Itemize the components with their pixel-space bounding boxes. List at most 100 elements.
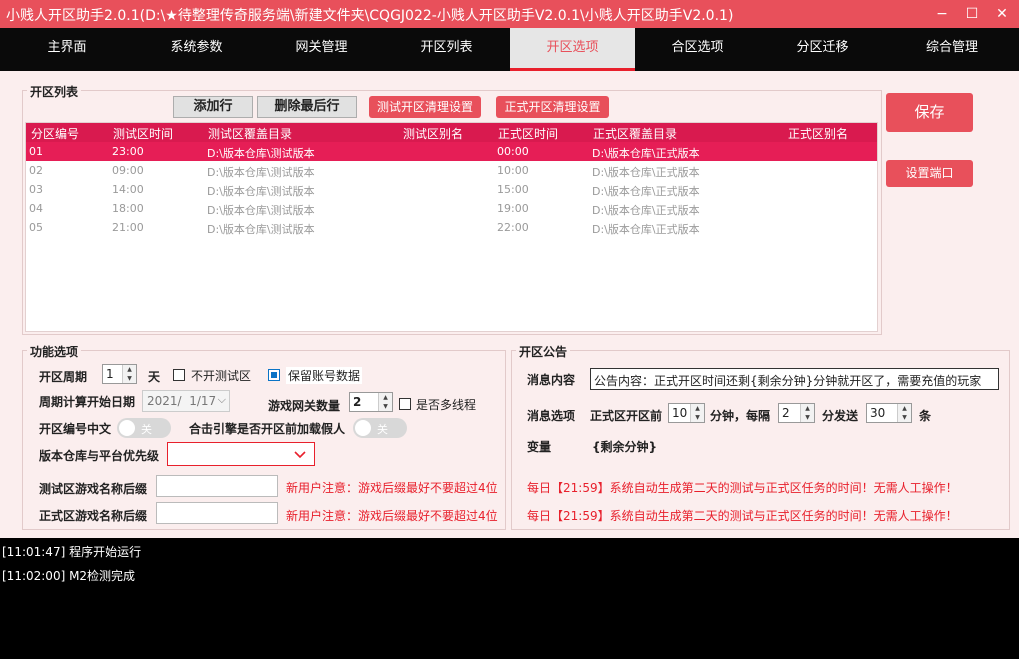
- table-header: 分区编号 测试区时间 测试区覆盖目录 测试区别名 正式区时间 正式区覆盖目录 正…: [26, 123, 877, 142]
- up-arrow-icon[interactable]: ▲: [123, 365, 136, 374]
- add-row-button[interactable]: 添加行: [173, 96, 253, 118]
- test-suffix-input[interactable]: [156, 475, 278, 497]
- cell-formal-time: 22:00: [497, 221, 529, 234]
- close-button[interactable]: ✕: [992, 4, 1012, 24]
- stepper-arrows[interactable]: ▲ ▼: [897, 404, 911, 422]
- variable-label: 变量: [527, 440, 552, 454]
- cell-formal-time: 10:00: [497, 164, 529, 177]
- stepper-arrows[interactable]: ▲ ▼: [378, 393, 392, 411]
- up-arrow-icon[interactable]: ▲: [379, 393, 392, 402]
- table-row[interactable]: 04 18:00 D:\版本仓库\测试版本 19:00 D:\版本仓库\正式版本: [26, 199, 877, 218]
- server-list-title: 开区列表: [27, 83, 82, 100]
- stepper-arrows[interactable]: ▲ ▼: [690, 404, 704, 422]
- interval-stepper[interactable]: 2 ▲ ▼: [778, 403, 815, 423]
- gateway-count-value: 2: [353, 395, 362, 409]
- set-port-button[interactable]: 设置端口: [886, 160, 973, 187]
- toggle-state: 关: [141, 423, 152, 436]
- cell-test-dir: D:\版本仓库\测试版本: [207, 223, 315, 236]
- formal-suffix-input[interactable]: [156, 502, 278, 524]
- cell-formal-dir: D:\版本仓库\正式版本: [592, 204, 700, 217]
- table-row[interactable]: 05 21:00 D:\版本仓库\测试版本 22:00 D:\版本仓库\正式版本: [26, 218, 877, 237]
- tab-system-params[interactable]: 系统参数: [134, 28, 259, 71]
- tab-merge-options[interactable]: 合区选项: [635, 28, 760, 71]
- start-date-label: 周期计算开始日期: [39, 395, 136, 409]
- down-arrow-icon[interactable]: ▼: [898, 413, 911, 422]
- gateway-count-stepper[interactable]: 2 ▲ ▼: [349, 392, 393, 412]
- cell-id: 03: [29, 183, 43, 196]
- cycle-stepper[interactable]: 1 ▲ ▼: [102, 364, 137, 384]
- cycle-unit: 天: [148, 370, 161, 384]
- down-arrow-icon[interactable]: ▼: [379, 402, 392, 411]
- column-header[interactable]: 正式区别名: [788, 125, 848, 142]
- tab-server-options[interactable]: 开区选项: [510, 28, 635, 71]
- content-label: 消息内容: [527, 373, 576, 387]
- log-line: [11:02:00] M2检测完成: [2, 569, 136, 583]
- start-date-picker[interactable]: 2021/ 1/17 ⌵: [142, 390, 230, 412]
- before-minutes-stepper[interactable]: 10 ▲ ▼: [668, 403, 705, 423]
- priority-select[interactable]: [167, 442, 315, 466]
- count-unit: 条: [919, 409, 932, 423]
- cell-test-time: 14:00: [112, 183, 144, 196]
- preload-label: 合击引擎是否开区前加载假人: [189, 422, 346, 436]
- cn-number-toggle[interactable]: 关: [117, 418, 171, 438]
- minutes-every-label: 分钟，每隔: [710, 409, 771, 423]
- tab-server-list[interactable]: 开区列表: [384, 28, 509, 71]
- column-header[interactable]: 正式区覆盖目录: [593, 125, 677, 142]
- up-arrow-icon[interactable]: ▲: [801, 404, 814, 413]
- cell-id: 05: [29, 221, 43, 234]
- cell-formal-dir: D:\版本仓库\正式版本: [592, 166, 700, 179]
- cycle-label: 开区周期: [39, 370, 88, 384]
- cell-test-dir: D:\版本仓库\测试版本: [207, 166, 315, 179]
- cell-test-time: 18:00: [112, 202, 144, 215]
- column-header[interactable]: 测试区覆盖目录: [208, 125, 292, 142]
- no-test-label: 不开测试区: [191, 369, 252, 383]
- cell-test-time: 09:00: [112, 164, 144, 177]
- column-header[interactable]: 分区编号: [31, 125, 79, 142]
- column-header[interactable]: 测试区别名: [403, 125, 463, 142]
- cell-formal-time: 00:00: [497, 145, 529, 158]
- formal-clean-settings-button[interactable]: 正式开区清理设置: [496, 96, 609, 118]
- stepper-arrows[interactable]: ▲ ▼: [800, 404, 814, 422]
- test-clean-settings-button[interactable]: 测试开区清理设置: [369, 96, 481, 118]
- toggle-state: 关: [377, 423, 388, 436]
- priority-label: 版本仓库与平台优先级: [39, 449, 160, 463]
- up-arrow-icon[interactable]: ▲: [691, 404, 704, 413]
- maximize-button[interactable]: ☐: [962, 4, 982, 24]
- delete-last-row-button[interactable]: 删除最后行: [257, 96, 357, 118]
- cell-formal-dir: D:\版本仓库\正式版本: [592, 147, 700, 160]
- down-arrow-icon[interactable]: ▼: [123, 374, 136, 383]
- multithread-label: 是否多线程: [416, 398, 477, 412]
- column-header[interactable]: 正式区时间: [498, 125, 558, 142]
- tab-gateway[interactable]: 网关管理: [259, 28, 384, 71]
- log-line: [11:01:47] 程序开始运行: [2, 545, 142, 559]
- preload-toggle[interactable]: 关: [353, 418, 407, 438]
- no-test-checkbox[interactable]: [173, 369, 185, 381]
- count-stepper[interactable]: 30 ▲ ▼: [866, 403, 912, 423]
- keep-account-checkbox[interactable]: [268, 369, 280, 381]
- table-row[interactable]: 03 14:00 D:\版本仓库\测试版本 15:00 D:\版本仓库\正式版本: [26, 180, 877, 199]
- table-row[interactable]: 02 09:00 D:\版本仓库\测试版本 10:00 D:\版本仓库\正式版本: [26, 161, 877, 180]
- formal-suffix-warning: 新用户注意：游戏后缀最好不要超过4位: [286, 509, 498, 523]
- options-label: 消息选项: [527, 409, 576, 423]
- up-arrow-icon[interactable]: ▲: [898, 404, 911, 413]
- keep-account-label: 保留账号数据: [286, 367, 363, 384]
- minimize-button[interactable]: −: [932, 4, 952, 24]
- multithread-checkbox[interactable]: [399, 398, 411, 410]
- log-console[interactable]: [11:01:47] 程序开始运行 [11:02:00] M2检测完成: [0, 538, 1019, 659]
- stepper-arrows[interactable]: ▲ ▼: [122, 365, 136, 383]
- save-button[interactable]: 保存: [886, 93, 973, 132]
- tab-main[interactable]: 主界面: [0, 28, 134, 71]
- notice-content-input[interactable]: 公告内容：正式开区时间还剩{剩余分钟}分钟就开区了，需要充值的玩家: [590, 368, 999, 390]
- chevron-down-icon[interactable]: ⌵: [218, 393, 226, 407]
- down-arrow-icon[interactable]: ▼: [801, 413, 814, 422]
- column-header[interactable]: 测试区时间: [113, 125, 173, 142]
- chevron-down-icon[interactable]: [294, 451, 306, 459]
- cell-formal-time: 15:00: [497, 183, 529, 196]
- toggle-knob: [355, 420, 371, 436]
- server-list-table[interactable]: 分区编号 测试区时间 测试区覆盖目录 测试区别名 正式区时间 正式区覆盖目录 正…: [25, 122, 878, 332]
- cell-test-dir: D:\版本仓库\测试版本: [207, 204, 315, 217]
- down-arrow-icon[interactable]: ▼: [691, 413, 704, 422]
- tab-general[interactable]: 综合管理: [885, 28, 1019, 71]
- table-row[interactable]: 01 23:00 D:\版本仓库\测试版本 00:00 D:\版本仓库\正式版本: [26, 142, 877, 161]
- tab-migration[interactable]: 分区迁移: [760, 28, 885, 71]
